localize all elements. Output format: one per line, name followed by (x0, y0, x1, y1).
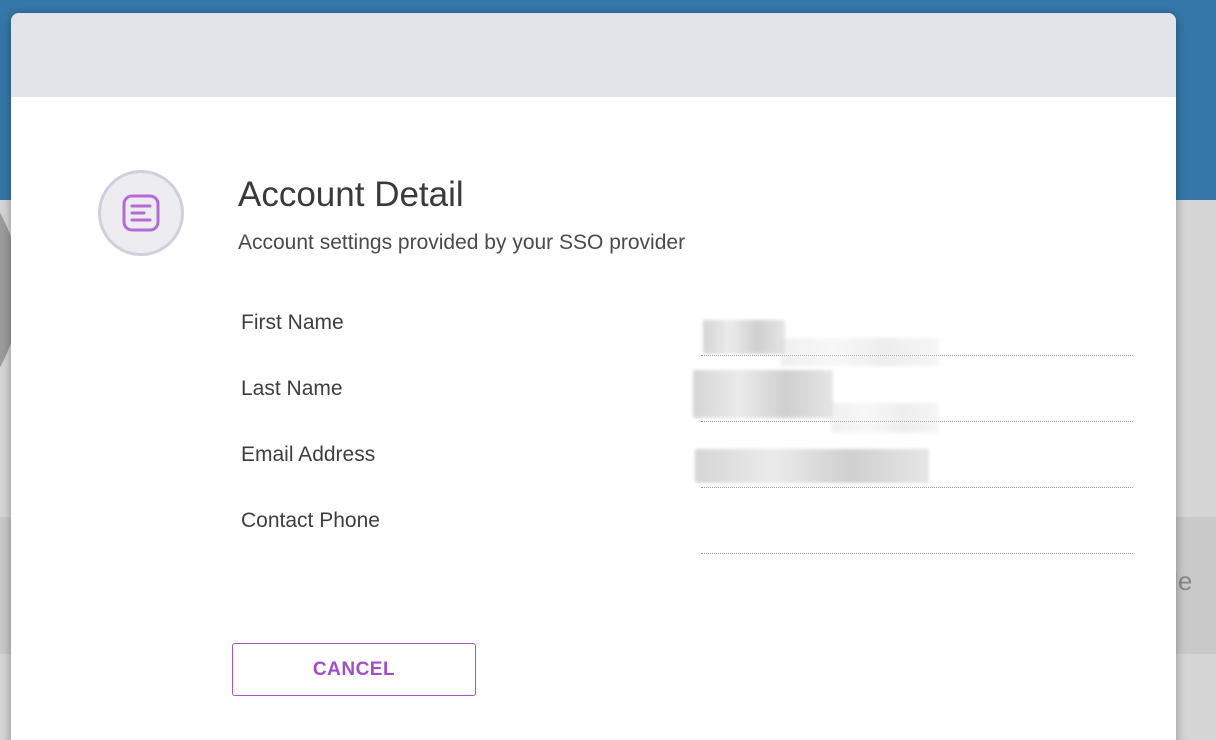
background-text: mple (1136, 566, 1216, 597)
contact-phone-label: Contact Phone (241, 509, 380, 532)
dialog-title: Account Detail (238, 175, 464, 214)
dialog-subtitle: Account settings provided by your SSO pr… (238, 231, 686, 254)
account-detail-dialog: Account Detail Account settings provided… (11, 13, 1176, 740)
dialog-header (11, 13, 1176, 97)
email-address-label: Email Address (241, 443, 376, 466)
redacted-email-address (695, 449, 929, 483)
document-lines-icon (122, 194, 160, 232)
redacted-last-name-shadow (831, 403, 939, 433)
first-name-label: First Name (241, 311, 344, 334)
redacted-last-name (693, 370, 833, 418)
redacted-first-name-shadow (781, 338, 939, 366)
cancel-button[interactable]: CANCEL (232, 643, 476, 696)
app-stage: mple Account Detail Account settings pro… (0, 0, 1216, 740)
contact-phone-field[interactable] (701, 521, 1133, 554)
redacted-first-name (703, 320, 785, 354)
last-name-label: Last Name (241, 377, 343, 400)
account-icon-badge (98, 170, 184, 256)
